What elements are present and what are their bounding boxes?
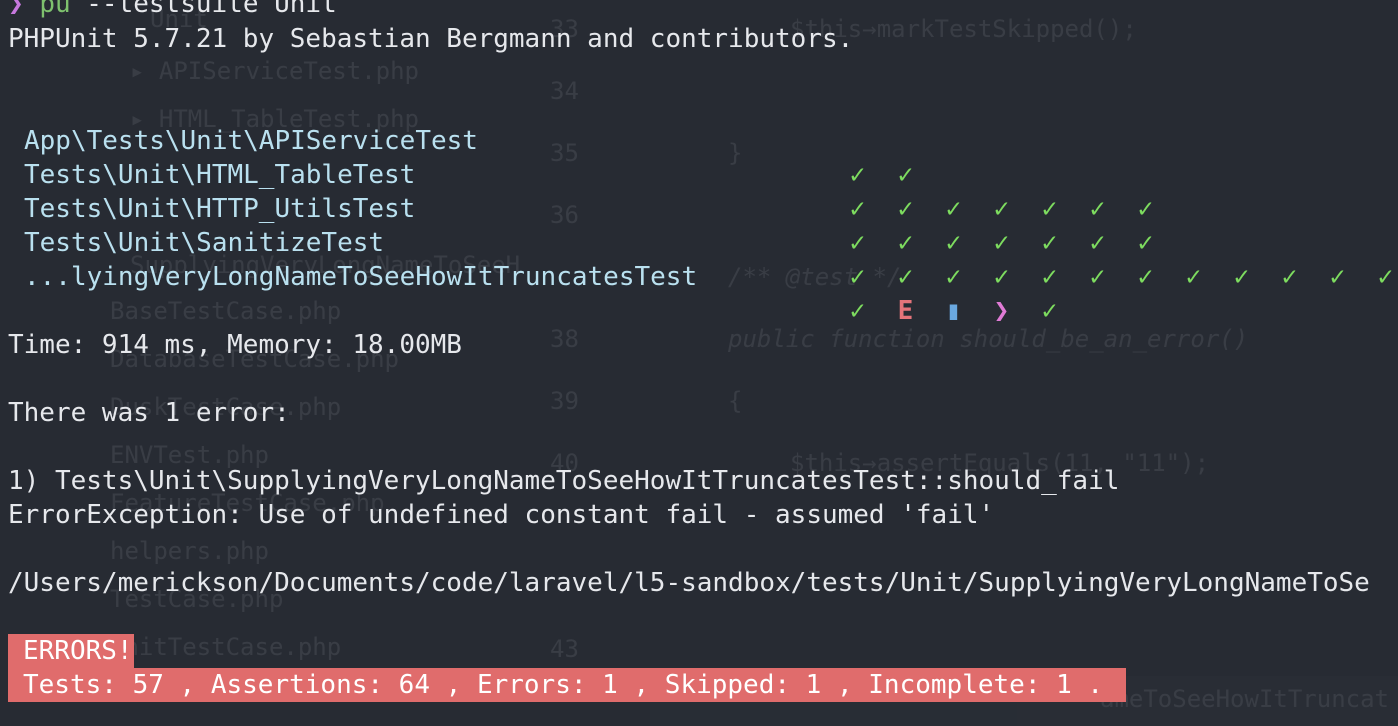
errors-banner: ERRORS! xyxy=(8,634,134,668)
pass-mark: ✓ xyxy=(1281,262,1298,292)
pass-mark: ✓ xyxy=(1137,262,1154,292)
pass-mark: ✓ xyxy=(1377,262,1394,292)
suite-name: Tests\Unit\SanitizeTest xyxy=(24,228,385,258)
error-file-path[interactable]: /Users/merickson/Documents/code/laravel/… xyxy=(8,566,1370,600)
version-line: PHPUnit 5.7.21 by Sebastian Bergmann and… xyxy=(8,24,854,54)
suite-name: App\Tests\Unit\APIServiceTest xyxy=(24,126,478,156)
incomplete-mark: ❯ xyxy=(993,296,1010,326)
suite-name: Tests\Unit\HTML_TableTest xyxy=(24,160,416,190)
suite-results: ✓ E ▮ ❯ ✓ xyxy=(787,260,1090,362)
suite-name: ...lyingVeryLongNameToSeeHowItTruncatesT… xyxy=(24,262,698,292)
command-alias: pu xyxy=(39,0,71,19)
error-mark: E xyxy=(897,296,914,326)
suite-name: Tests\Unit\HTTP_UtilsTest xyxy=(24,194,416,224)
pass-mark: ✓ xyxy=(1041,296,1058,326)
pass-mark: ✓ xyxy=(1185,262,1202,292)
pass-mark: ✓ xyxy=(1233,262,1250,292)
error-count-line: There was 1 error: xyxy=(8,398,290,428)
summary-stats-banner: Tests: 57 , Assertions: 64 , Errors: 1 ,… xyxy=(8,668,1126,702)
terminal-window[interactable]: Unit ▸ APIServiceTest.php ▸ HTML_TableTe… xyxy=(0,0,1398,726)
pass-mark: ✓ xyxy=(849,296,866,326)
error-message: ErrorException: Use of undefined constan… xyxy=(8,500,995,530)
pass-mark: ✓ xyxy=(1329,262,1346,292)
time-memory-line: Time: 914 ms, Memory: 18.00MB xyxy=(8,330,462,360)
error-title: 1) Tests\Unit\SupplyingVeryLongNameToSee… xyxy=(8,466,1120,496)
skipped-mark: ▮ xyxy=(945,296,962,326)
prompt-symbol: ❯ xyxy=(8,0,24,19)
command-line: ❯ pu --testsuite Unit xyxy=(8,0,337,21)
command-args: --testsuite Unit xyxy=(86,0,337,19)
background-editor-ghost: Unit ▸ APIServiceTest.php ▸ HTML_TableTe… xyxy=(0,0,1398,726)
pass-mark: ✓ xyxy=(1089,262,1106,292)
